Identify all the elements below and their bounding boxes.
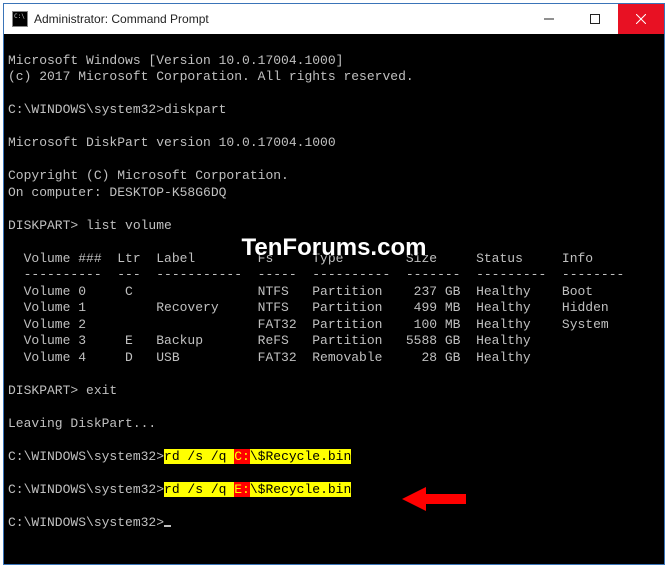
titlebar[interactable]: Administrator: Command Prompt xyxy=(4,4,664,34)
window-title: Administrator: Command Prompt xyxy=(34,12,209,26)
cursor xyxy=(164,525,171,527)
output-line: Microsoft Windows [Version 10.0.17004.10… xyxy=(8,53,343,68)
table-row: Volume 4 D USB FAT32 Removable 28 GB Hea… xyxy=(8,350,531,365)
close-icon xyxy=(636,14,646,24)
output-line: (c) 2017 Microsoft Corporation. All righ… xyxy=(8,69,414,84)
close-button[interactable] xyxy=(618,4,664,34)
annotation-arrow-icon xyxy=(402,484,472,514)
prompt-line: C:\WINDOWS\system32> xyxy=(8,515,171,530)
table-row: Volume 3 E Backup ReFS Partition 5588 GB… xyxy=(8,333,531,348)
highlighted-drive: C: xyxy=(234,449,250,464)
minimize-button[interactable] xyxy=(526,4,572,34)
prompt-line: C:\WINDOWS\system32>rd /s /q E:\$Recycle… xyxy=(8,482,351,497)
highlighted-drive: E: xyxy=(234,482,250,497)
terminal-output[interactable]: Microsoft Windows [Version 10.0.17004.10… xyxy=(4,34,664,564)
table-row: Volume 1 Recovery NTFS Partition 499 MB … xyxy=(8,300,609,315)
minimize-icon xyxy=(544,14,554,24)
prompt-line: C:\WINDOWS\system32>diskpart xyxy=(8,102,226,117)
command-prompt-window: Administrator: Command Prompt Microsoft … xyxy=(3,3,665,565)
diskpart-prompt: DISKPART> exit xyxy=(8,383,117,398)
output-line: On computer: DESKTOP-K58G6DQ xyxy=(8,185,226,200)
app-icon xyxy=(12,11,28,27)
table-row: Volume 0 C NTFS Partition 237 GB Healthy… xyxy=(8,284,593,299)
output-line: Copyright (C) Microsoft Corporation. xyxy=(8,168,289,183)
output-line: Leaving DiskPart... xyxy=(8,416,156,431)
maximize-button[interactable] xyxy=(572,4,618,34)
diskpart-prompt: DISKPART> list volume xyxy=(8,218,172,233)
table-divider: ---------- --- ----------- ----- -------… xyxy=(8,267,624,282)
highlighted-command: rd /s /q C:\$Recycle.bin xyxy=(164,449,351,464)
output-line: Microsoft DiskPart version 10.0.17004.10… xyxy=(8,135,336,150)
table-row: Volume 2 FAT32 Partition 100 MB Healthy … xyxy=(8,317,609,332)
prompt-line: C:\WINDOWS\system32>rd /s /q C:\$Recycle… xyxy=(8,449,351,464)
table-header: Volume ### Ltr Label Fs Type Size Status… xyxy=(8,251,593,266)
maximize-icon xyxy=(590,14,600,24)
highlighted-command: rd /s /q E:\$Recycle.bin xyxy=(164,482,351,497)
